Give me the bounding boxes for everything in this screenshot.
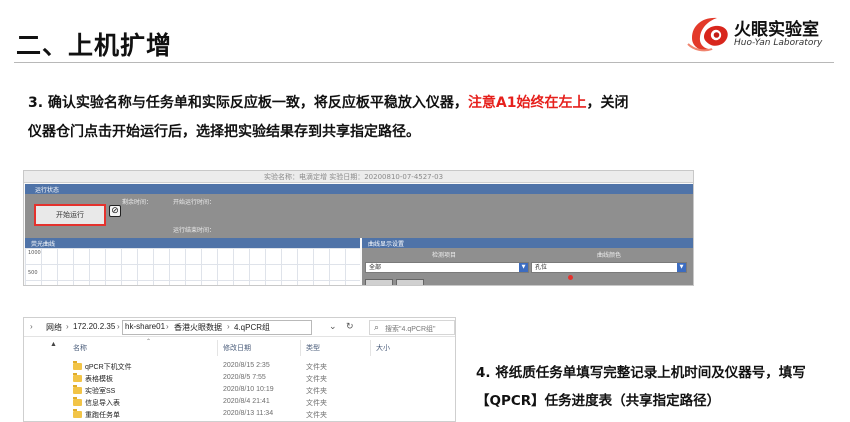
channel-select[interactable]: 全部 ▼ <box>365 262 529 273</box>
file-date: 2020/8/15 2:35 <box>223 362 270 369</box>
fluorescence-curve-header: 荧光曲线 <box>25 238 360 248</box>
column-divider[interactable] <box>217 340 218 356</box>
run-status-panel: 开始运行 ⊘ 剩余时间： 开始运行时间： 运行结束时间： <box>25 194 693 238</box>
chevron-right-icon: › <box>227 322 230 331</box>
file-name: 信息导入表 <box>85 400 120 407</box>
chevron-down-icon[interactable]: ⌄ <box>329 321 337 332</box>
folder-icon <box>73 385 82 394</box>
step-3-tail: ，关闭 <box>586 95 629 111</box>
column-header-type[interactable]: 类型 <box>306 343 320 353</box>
end-time-label: 运行结束时间： <box>173 227 216 234</box>
file-date: 2020/8/5 7:55 <box>223 374 266 381</box>
stop-icon[interactable]: ⊘ <box>109 205 121 217</box>
chevron-right-icon: › <box>166 322 169 331</box>
file-date: 2020/8/10 10:19 <box>223 386 274 393</box>
breadcrumb-item[interactable]: 4.qPCR组 <box>234 322 270 333</box>
chevron-right-icon: › <box>30 322 33 331</box>
breadcrumb-item[interactable]: 香港火眼数据 <box>174 322 222 333</box>
search-input[interactable]: ⌕ 搜索"4.qPCR组" <box>369 320 455 335</box>
breadcrumb-item[interactable]: 网络 <box>46 322 62 333</box>
title-divider <box>14 62 834 63</box>
file-type: 文件夹 <box>306 412 327 419</box>
file-name: qPCR下机文件 <box>85 364 132 371</box>
color-select-value: 孔位 <box>535 264 548 271</box>
start-run-button[interactable]: 开始运行 <box>34 204 106 226</box>
color-select[interactable]: 孔位 ▼ <box>531 262 687 273</box>
file-name: 实验室SS <box>85 388 116 395</box>
scroll-up-icon[interactable]: ▲ <box>50 341 57 348</box>
column-header-size[interactable]: 大小 <box>376 343 390 353</box>
chevron-right-icon: › <box>117 322 120 331</box>
file-type: 文件夹 <box>306 388 327 395</box>
run-status-header: 运行状态 <box>25 184 693 194</box>
sort-indicator-icon: ⌃ <box>146 339 152 345</box>
list-item[interactable]: 实验室SS 2020/8/10 10:19 文件夹 <box>24 385 455 397</box>
list-item[interactable]: 重跑任务单 2020/8/13 11:34 文件夹 <box>24 409 455 421</box>
address-bar: › 网络 › 172.20.2.35 › hk-share01 › 香港火眼数据… <box>24 318 455 337</box>
slide-title: 二、上机扩增 <box>16 31 173 60</box>
file-date: 2020/8/13 11:34 <box>223 410 274 417</box>
breadcrumb-item[interactable]: hk-share01 <box>125 322 165 331</box>
chevron-down-icon[interactable]: ▼ <box>677 263 686 272</box>
chevron-down-icon[interactable]: ▼ <box>519 263 528 272</box>
file-type: 文件夹 <box>306 400 327 407</box>
y-tick-label: 1000 <box>28 250 41 256</box>
remaining-time-label: 剩余时间： <box>122 199 153 206</box>
step-4-instruction: 4. 将纸质任务单填写完整记录上机时间及仪器号，填写 【QPCR】任务进度表（共… <box>476 359 848 415</box>
file-type: 文件夹 <box>306 376 327 383</box>
display-button[interactable] <box>396 279 424 285</box>
curve-display-title: 曲线显示设置 <box>368 241 405 248</box>
column-divider[interactable] <box>300 340 301 356</box>
channel-select-value: 全部 <box>369 264 382 271</box>
list-item[interactable]: qPCR下机文件 2020/8/15 2:35 文件夹 <box>24 361 455 373</box>
y-tick-label: 500 <box>28 270 38 276</box>
start-time-label: 开始运行时间： <box>173 199 216 206</box>
experiment-info-text: 实验名称：电滴定增 实验日期：20200810-07-4527-03 <box>264 173 444 181</box>
logo-chinese-name: 火眼实验室 <box>734 20 819 40</box>
curve-display-header: 曲线显示设置 <box>362 238 693 248</box>
file-type: 文件夹 <box>306 364 327 371</box>
logo-english-name: Huo-Yan Laboratory <box>734 38 823 48</box>
step-4-line1: 4. 将纸质任务单填写完整记录上机时间及仪器号，填写 <box>476 365 806 381</box>
column-header-name[interactable]: 名称 <box>73 343 87 353</box>
file-date: 2020/8/4 21:41 <box>223 398 270 405</box>
search-icon: ⌕ <box>374 322 380 332</box>
folder-icon <box>73 373 82 382</box>
fluorescence-curve-plot: 1000 500 <box>25 248 360 285</box>
column-header-date[interactable]: 修改日期 <box>223 343 251 353</box>
folder-icon <box>73 361 82 370</box>
color-column-label: 曲线颜色 <box>597 252 622 259</box>
run-status-title: 运行状态 <box>35 187 60 194</box>
folder-icon <box>73 409 82 418</box>
display-button[interactable] <box>365 279 393 285</box>
file-explorer-screenshot: › 网络 › 172.20.2.35 › hk-share01 › 香港火眼数据… <box>23 317 456 422</box>
channel-column-label: 检测项目 <box>432 252 457 259</box>
file-name: 表格模板 <box>85 376 113 383</box>
step-3-highlight: 注意A1始终在左上 <box>467 95 587 111</box>
experiment-info-bar: 实验名称：电滴定增 实验日期：20200810-07-4527-03 <box>24 171 693 183</box>
breadcrumb-item[interactable]: 172.20.2.35 <box>73 322 115 331</box>
refresh-icon[interactable]: ↻ <box>346 321 354 332</box>
column-divider[interactable] <box>370 340 371 356</box>
eye-logo-icon <box>687 17 728 52</box>
cursor-marker <box>568 275 573 280</box>
fluorescence-curve-title: 荧光曲线 <box>31 241 56 248</box>
search-placeholder: 搜索"4.qPCR组" <box>385 326 436 333</box>
instrument-software-screenshot: 实验名称：电滴定增 实验日期：20200810-07-4527-03 运行状态 … <box>23 170 694 286</box>
curve-display-panel: 检测项目 曲线颜色 全部 ▼ 孔位 ▼ <box>362 248 693 285</box>
step-4-line2: 【QPCR】任务进度表（共享指定路径） <box>476 393 721 409</box>
list-item[interactable]: 表格模板 2020/8/5 7:55 文件夹 <box>24 373 455 385</box>
step-3-line2: 仪器仓门点击开始运行后，选择把实验结果存到共享指定路径。 <box>28 124 420 140</box>
step-3-lead: 3. 确认实验名称与任务单和实际反应板一致，将反应板平稳放入仪器， <box>28 95 468 111</box>
step-3-instruction: 3. 确认实验名称与任务单和实际反应板一致，将反应板平稳放入仪器，注意A1始终在… <box>28 89 718 147</box>
file-name: 重跑任务单 <box>85 412 120 419</box>
list-item[interactable]: 信息导入表 2020/8/4 21:41 文件夹 <box>24 397 455 409</box>
chevron-right-icon: › <box>66 322 69 331</box>
folder-icon <box>73 397 82 406</box>
lab-logo: 火眼实验室 Huo-Yan Laboratory <box>686 14 836 54</box>
